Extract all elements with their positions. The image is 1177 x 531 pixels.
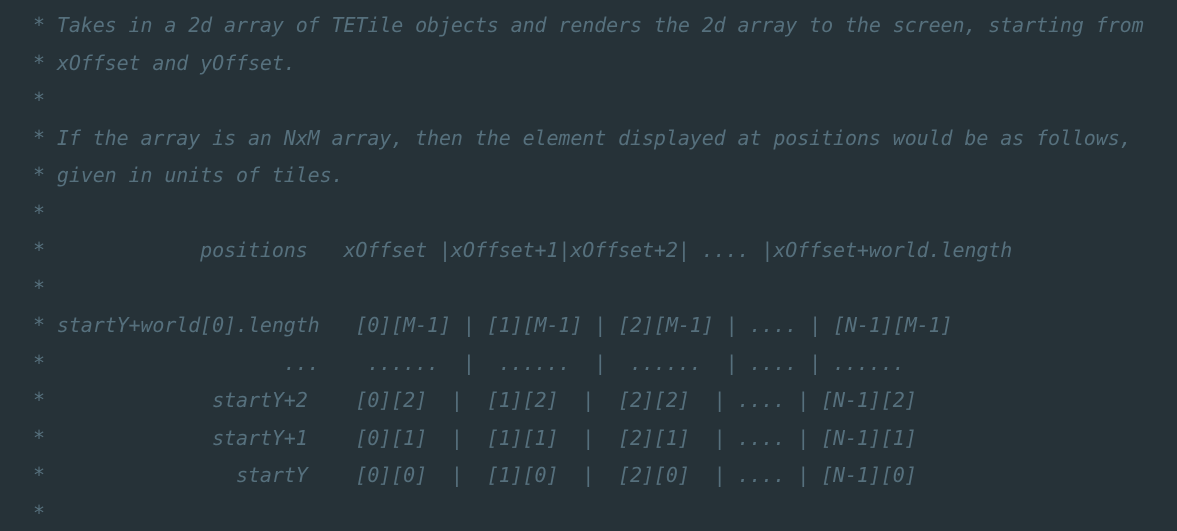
comment-line: *: [33, 276, 45, 300]
comment-line: *: [33, 501, 45, 525]
comment-line: *: [33, 201, 45, 225]
comment-line: *: [33, 88, 45, 112]
comment-line: * xOffset and yOffset.: [33, 51, 296, 75]
comment-line: * startY+1 [0][1] | [1][1] | [2][1] | ..…: [33, 426, 917, 450]
code-editor[interactable]: * Takes in a 2d array of TETile objects …: [0, 0, 1177, 531]
comment-line: * Takes in a 2d array of TETile objects …: [33, 13, 1144, 37]
comment-line: * startY+world[0].length [0][M-1] | [1][…: [33, 313, 953, 337]
comment-line: * positions xOffset |xOffset+1|xOffset+2…: [33, 238, 1013, 262]
comment-line: * startY+2 [0][2] | [1][2] | [2][2] | ..…: [33, 388, 917, 412]
comment-line: * If the array is an NxM array, then the…: [33, 126, 1132, 150]
comment-line: * startY [0][0] | [1][0] | [2][0] | ....…: [33, 463, 917, 487]
comment-line: * ... ...... | ...... | ...... | .... | …: [33, 351, 905, 375]
comment-line: * given in units of tiles.: [33, 163, 344, 187]
